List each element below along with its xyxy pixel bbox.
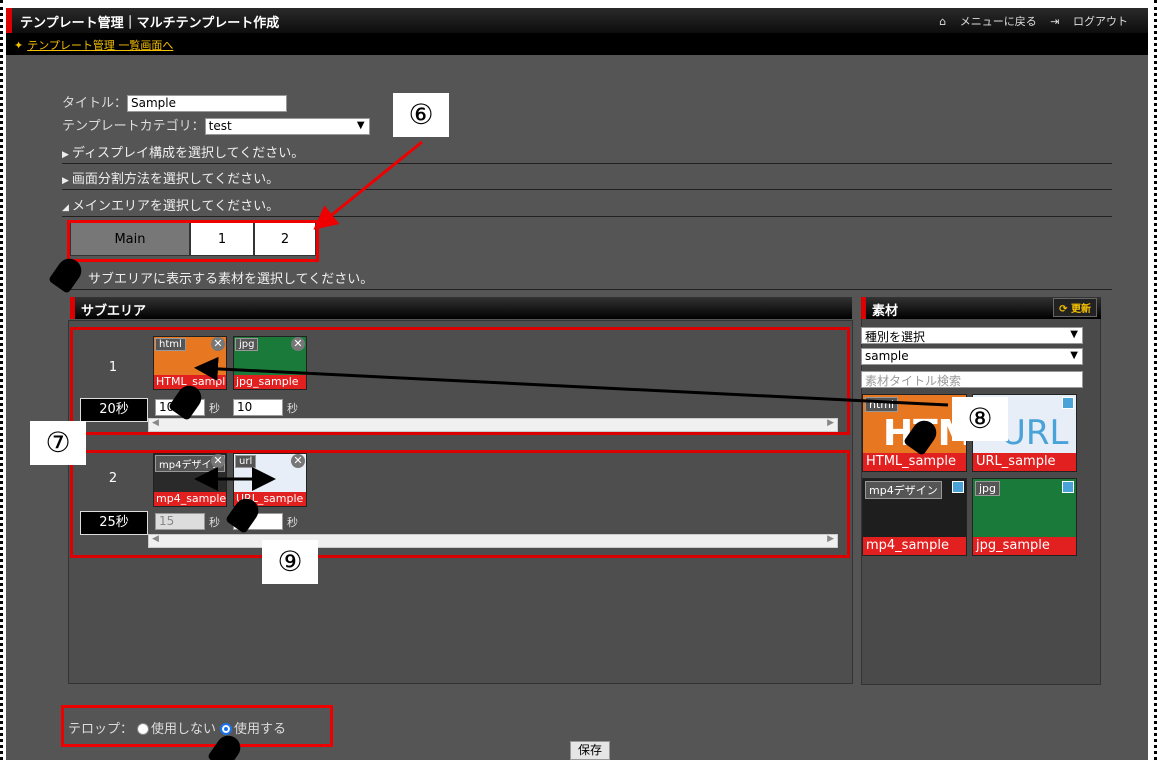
red-arrow — [313, 140, 423, 230]
annotation-arrows — [194, 140, 949, 491]
drag-arrow — [194, 356, 949, 407]
